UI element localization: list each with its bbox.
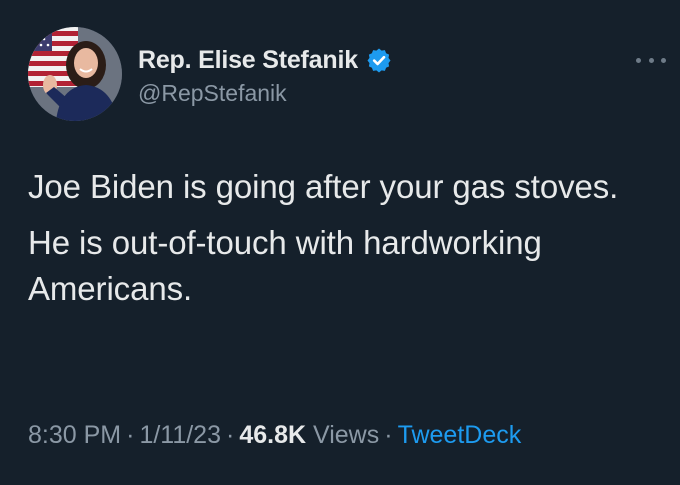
meta-separator: · xyxy=(226,421,235,449)
verified-badge-icon xyxy=(366,47,392,73)
tweet-meta: 8:30 PM · 1/11/23 · 46.8K Views · TweetDeck xyxy=(28,421,521,450)
author-name-row[interactable]: Rep. Elise Stefanik xyxy=(138,44,392,76)
more-options-icon[interactable] xyxy=(636,52,666,68)
tweet-card: Rep. Elise Stefanik @RepStefanik Joe Bid… xyxy=(0,0,680,485)
author-handle[interactable]: @RepStefanik xyxy=(138,80,287,107)
more-dot xyxy=(636,57,641,63)
tweet-paragraph: Joe Biden is going after your gas stoves… xyxy=(28,168,619,205)
views-label: Views xyxy=(313,421,380,449)
views-count: 46.8K xyxy=(239,421,307,449)
tweet-date[interactable]: 1/11/23 xyxy=(139,421,221,449)
source-link[interactable]: TweetDeck xyxy=(398,421,522,449)
tweet-paragraph: He is out-of-touch with hardworking Amer… xyxy=(28,224,542,307)
avatar-image xyxy=(28,27,122,121)
display-name[interactable]: Rep. Elise Stefanik xyxy=(138,46,358,75)
avatar[interactable] xyxy=(28,27,122,121)
meta-separator: · xyxy=(126,421,135,449)
tweet-time[interactable]: 8:30 PM xyxy=(28,421,121,449)
tweet-text: Joe Biden is going after your gas stoves… xyxy=(28,164,658,322)
meta-separator: · xyxy=(384,421,393,449)
more-dot xyxy=(661,57,666,63)
more-dot xyxy=(648,57,654,63)
